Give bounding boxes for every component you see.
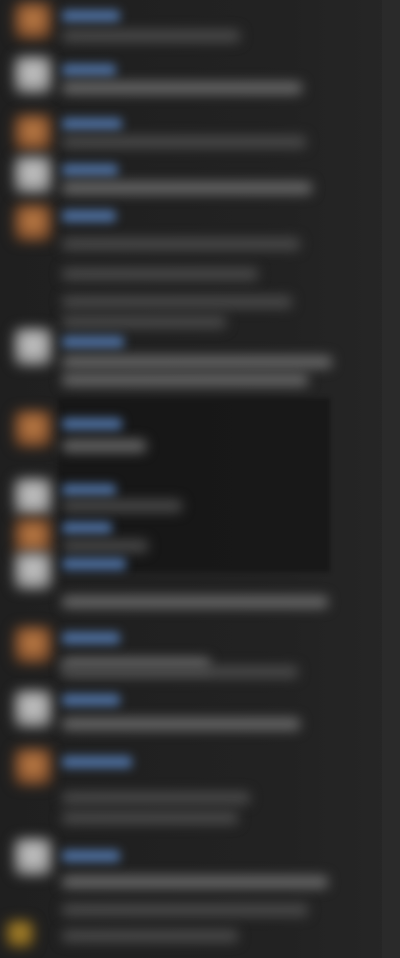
username[interactable] [62, 336, 124, 348]
message-text [62, 374, 308, 386]
user-avatar[interactable] [14, 410, 52, 448]
message-text [62, 876, 328, 888]
message-text [62, 904, 308, 916]
message-text [62, 718, 300, 730]
user-avatar[interactable] [14, 328, 52, 366]
message-text [62, 82, 302, 94]
user-avatar[interactable] [14, 552, 52, 590]
message-text [62, 666, 298, 678]
username[interactable] [62, 164, 118, 176]
username[interactable] [62, 484, 116, 496]
username[interactable] [62, 210, 116, 222]
username[interactable] [62, 694, 120, 706]
username[interactable] [62, 522, 112, 534]
username[interactable] [62, 756, 132, 768]
user-avatar[interactable] [14, 204, 52, 242]
message-text [62, 30, 240, 42]
message-text [62, 500, 182, 512]
username[interactable] [62, 850, 120, 862]
chat-message-list [0, 0, 400, 958]
message-text [62, 440, 146, 452]
message-text [62, 268, 258, 280]
user-avatar[interactable] [14, 626, 52, 664]
message-text [62, 792, 250, 804]
message-text [62, 812, 238, 824]
message-text [62, 238, 300, 250]
user-avatar[interactable] [14, 114, 52, 152]
message-text [62, 930, 238, 942]
username[interactable] [62, 10, 120, 22]
scrollbar-track[interactable] [382, 0, 400, 958]
username[interactable] [62, 418, 122, 430]
username[interactable] [62, 118, 122, 130]
username[interactable] [62, 64, 116, 76]
user-avatar[interactable] [14, 478, 52, 516]
user-avatar[interactable] [14, 156, 52, 194]
message-text [62, 296, 292, 308]
user-avatar[interactable] [14, 748, 52, 786]
user-avatar[interactable] [14, 838, 52, 876]
message-text [62, 596, 328, 608]
username[interactable] [62, 632, 120, 644]
message-text [62, 316, 226, 328]
user-avatar[interactable] [14, 518, 52, 556]
message-text [62, 136, 306, 148]
message-text [62, 356, 332, 368]
user-avatar[interactable] [14, 2, 52, 40]
user-avatar[interactable] [14, 56, 52, 94]
user-avatar[interactable] [14, 690, 52, 728]
message-text [62, 540, 148, 552]
message-text [62, 182, 312, 194]
username[interactable] [62, 558, 126, 570]
user-avatar[interactable] [6, 920, 34, 948]
